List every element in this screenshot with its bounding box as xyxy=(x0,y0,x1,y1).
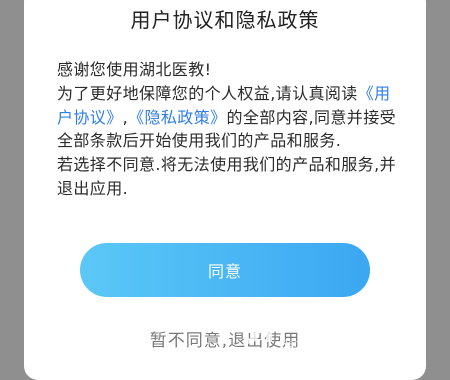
agreement-paragraph: 为了更好地保障您的个人权益,请认真阅读《用户协议》,《隐私政策》的全部内容,同意… xyxy=(57,82,397,153)
decline-notice-paragraph: 若选择不同意.将无法使用我们的产品和服务,并退出应用. xyxy=(57,155,396,198)
decline-exit-link[interactable]: 暂不同意,退出使用 xyxy=(0,326,450,351)
greeting-text: 感谢您使用湖北医教! xyxy=(57,60,212,79)
privacy-policy-link[interactable]: 《隐私政策》 xyxy=(128,108,226,127)
dialog-body: 感谢您使用湖北医教! 为了更好地保障您的个人权益,请认真阅读《用户协议》,《隐私… xyxy=(57,58,397,201)
agreement-intro-text: 为了更好地保障您的个人权益,请认真阅读 xyxy=(57,83,358,103)
agree-button[interactable]: 同意 xyxy=(80,243,370,297)
dialog-title: 用户协议和隐私政策 xyxy=(130,8,320,32)
